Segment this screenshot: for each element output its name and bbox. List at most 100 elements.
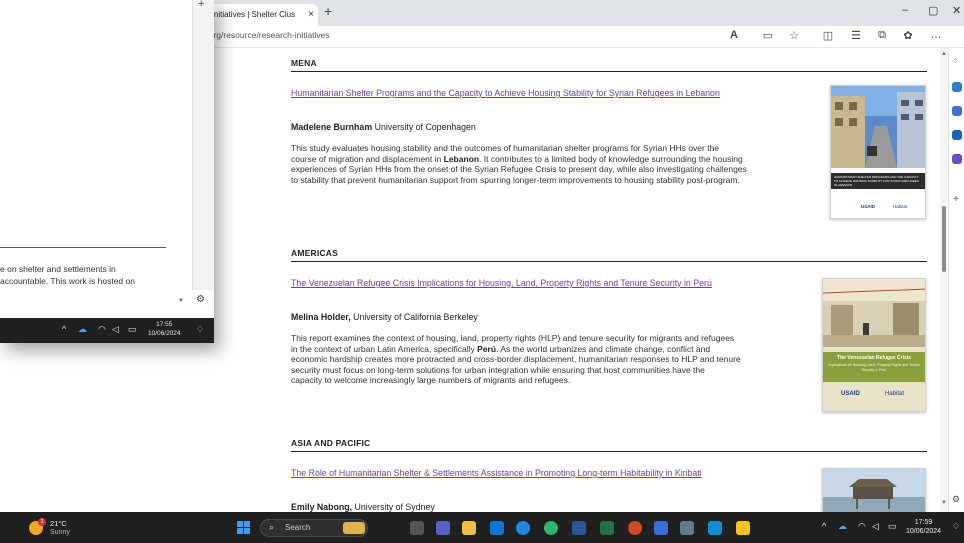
- close-window-icon[interactable]: ✕: [952, 4, 961, 17]
- extensions-icon[interactable]: ✿: [900, 29, 916, 42]
- report-thumbnail-peru[interactable]: The Venezuelan Refugee Crisis Implicatio…: [822, 278, 926, 412]
- volume-icon[interactable]: ◁: [112, 324, 119, 335]
- author-line: Melina Holder, University of California …: [291, 312, 478, 322]
- habitat-logo: Habitat: [885, 391, 905, 397]
- report-thumbnail-kiribati[interactable]: [822, 468, 926, 512]
- report-cover-title: HUMANITARIAN SHELTER PROGRAMS AND THE CA…: [831, 173, 925, 189]
- search-highlight-icon: [343, 522, 365, 534]
- report-cover-title: The Venezuelan Refugee Crisis: [837, 355, 911, 361]
- author-name: Melina Holder,: [291, 312, 351, 322]
- background-taskbar: ^ ☁ ◠ ◁ ▭ 17:55 10/06/2024 ♢: [0, 318, 214, 343]
- author-name: Madelene Burnham: [291, 122, 373, 132]
- weather-condition: Sunny: [50, 529, 70, 536]
- shopping-icon[interactable]: [952, 106, 962, 116]
- new-tab-button[interactable]: +: [324, 3, 332, 19]
- favorite-star-icon[interactable]: ☆: [786, 29, 802, 42]
- taskbar-search-box[interactable]: ⌕ Search: [260, 519, 368, 537]
- teams-icon[interactable]: [952, 154, 962, 164]
- defender-icon[interactable]: [654, 521, 668, 535]
- report-cover-subtitle: Implications for Housing, Land, Property…: [828, 363, 920, 372]
- taskbar-clock[interactable]: 17:59 10/06/2024: [906, 518, 941, 536]
- battery-icon[interactable]: ▭: [128, 324, 137, 335]
- minimize-icon[interactable]: –: [902, 4, 908, 16]
- street-photo: [831, 86, 925, 168]
- author-affiliation: University of Sydney: [352, 502, 435, 512]
- article-link-lebanon[interactable]: Humanitarian Shelter Programs and the Ca…: [291, 88, 720, 98]
- article-link-kiribati[interactable]: The Role of Humanitarian Shelter & Settl…: [291, 468, 702, 478]
- notification-bell-icon[interactable]: ♢: [952, 521, 960, 532]
- author-name: Emily Nabong,: [291, 502, 353, 512]
- add-sidebar-app-icon[interactable]: +: [953, 194, 959, 205]
- wifi-icon[interactable]: ◠: [858, 521, 866, 532]
- clock[interactable]: 17:55 10/06/2024: [148, 320, 181, 338]
- section-header-mena: MENA: [291, 58, 927, 72]
- tray-chevron-icon[interactable]: ^: [822, 521, 826, 531]
- settings-gear-icon[interactable]: ⚙: [196, 294, 205, 305]
- scroll-down-icon[interactable]: ▼: [940, 500, 948, 506]
- settings-app-icon[interactable]: [708, 521, 722, 535]
- report-cover-band: The Venezuelan Refugee Crisis Implicatio…: [823, 352, 925, 382]
- file-explorer-icon[interactable]: [462, 521, 476, 535]
- url-field[interactable]: t.org/resource/research-initiatives: [204, 30, 330, 40]
- background-text-line: e on shelter and settlements in: [0, 264, 116, 274]
- usaid-logo: USAID: [861, 204, 876, 209]
- split-screen-icon[interactable]: ▭: [760, 29, 776, 42]
- market-photo: [823, 279, 925, 347]
- edge-browser-icon[interactable]: [544, 521, 558, 535]
- more-menu-icon[interactable]: …: [928, 29, 944, 41]
- author-affiliation: University of California Berkeley: [350, 312, 478, 322]
- report-thumbnail-lebanon[interactable]: HUMANITARIAN SHELTER PROGRAMS AND THE CA…: [830, 85, 926, 219]
- weather-alert-badge: 1: [38, 518, 46, 526]
- onedrive-icon[interactable]: ☁: [78, 324, 87, 335]
- outlook-app-icon[interactable]: [490, 521, 504, 535]
- background-window-sidebar: [192, 0, 214, 290]
- chat-icon[interactable]: [436, 521, 450, 535]
- task-view-icon[interactable]: [410, 521, 424, 535]
- volume-icon[interactable]: ◁: [872, 521, 879, 532]
- sidebar-settings-icon[interactable]: ⚙: [952, 494, 960, 505]
- outlook-icon[interactable]: [952, 130, 962, 140]
- habitat-logo: Habitat: [893, 204, 908, 209]
- tray-chevron-icon[interactable]: ^: [62, 324, 66, 334]
- word-icon[interactable]: [572, 521, 586, 535]
- article-link-peru[interactable]: The Venezuelan Refugee Crisis Implicatio…: [291, 278, 712, 288]
- usaid-logo: USAID: [841, 391, 860, 397]
- background-text-line: accountable. This work is hosted on: [0, 276, 135, 286]
- scroll-down-icon[interactable]: ▼: [178, 298, 184, 304]
- start-button[interactable]: [237, 521, 251, 535]
- scrollbar-thumb[interactable]: [942, 206, 946, 272]
- divider: [0, 247, 166, 248]
- edge-sidebar: ○ + ⚙: [948, 48, 964, 512]
- search-icon: ⌕: [269, 522, 275, 532]
- sidebar-search-icon[interactable]: ○: [953, 56, 958, 65]
- section-header-americas: AMERICAS: [291, 248, 927, 262]
- favorites-list-icon[interactable]: ☰: [848, 29, 864, 42]
- author-line: Emily Nabong, University of Sydney: [291, 502, 435, 512]
- collections-icon[interactable]: ⧉: [874, 29, 890, 42]
- article-description: This study evaluates housing stability a…: [291, 143, 747, 185]
- tab-active[interactable]: h Initiatives | Shelter Clus ×: [200, 4, 318, 26]
- onedrive-icon[interactable]: ☁: [838, 521, 847, 532]
- battery-icon[interactable]: ▭: [888, 521, 897, 532]
- vertical-scrollbar[interactable]: ▲ ▼: [940, 48, 948, 512]
- new-tab-button[interactable]: +: [198, 0, 204, 10]
- sticky-notes-icon[interactable]: [736, 521, 750, 535]
- maximize-icon[interactable]: ▢: [928, 4, 938, 17]
- coast-photo: [823, 469, 925, 512]
- section-header-asia-pacific: ASIA AND PACIFIC: [291, 438, 927, 452]
- tab-title: h Initiatives | Shelter Clus: [205, 10, 296, 19]
- tab-close-icon[interactable]: ×: [308, 4, 314, 26]
- split-tab-icon[interactable]: ◫: [820, 29, 836, 42]
- weather-temperature[interactable]: 21°C: [50, 519, 67, 528]
- calculator-icon[interactable]: [680, 521, 694, 535]
- wifi-icon[interactable]: ◠: [98, 324, 106, 335]
- scroll-up-icon[interactable]: ▲: [940, 51, 948, 57]
- notification-bell-icon[interactable]: ♢: [196, 324, 204, 335]
- search-placeholder: Search: [285, 523, 311, 532]
- author-affiliation: University of Copenhagen: [372, 122, 476, 132]
- powerpoint-icon[interactable]: [628, 521, 642, 535]
- skype-icon[interactable]: [516, 521, 530, 535]
- read-aloud-icon[interactable]: A: [726, 29, 742, 41]
- excel-icon[interactable]: [600, 521, 614, 535]
- copilot-icon[interactable]: [952, 82, 962, 92]
